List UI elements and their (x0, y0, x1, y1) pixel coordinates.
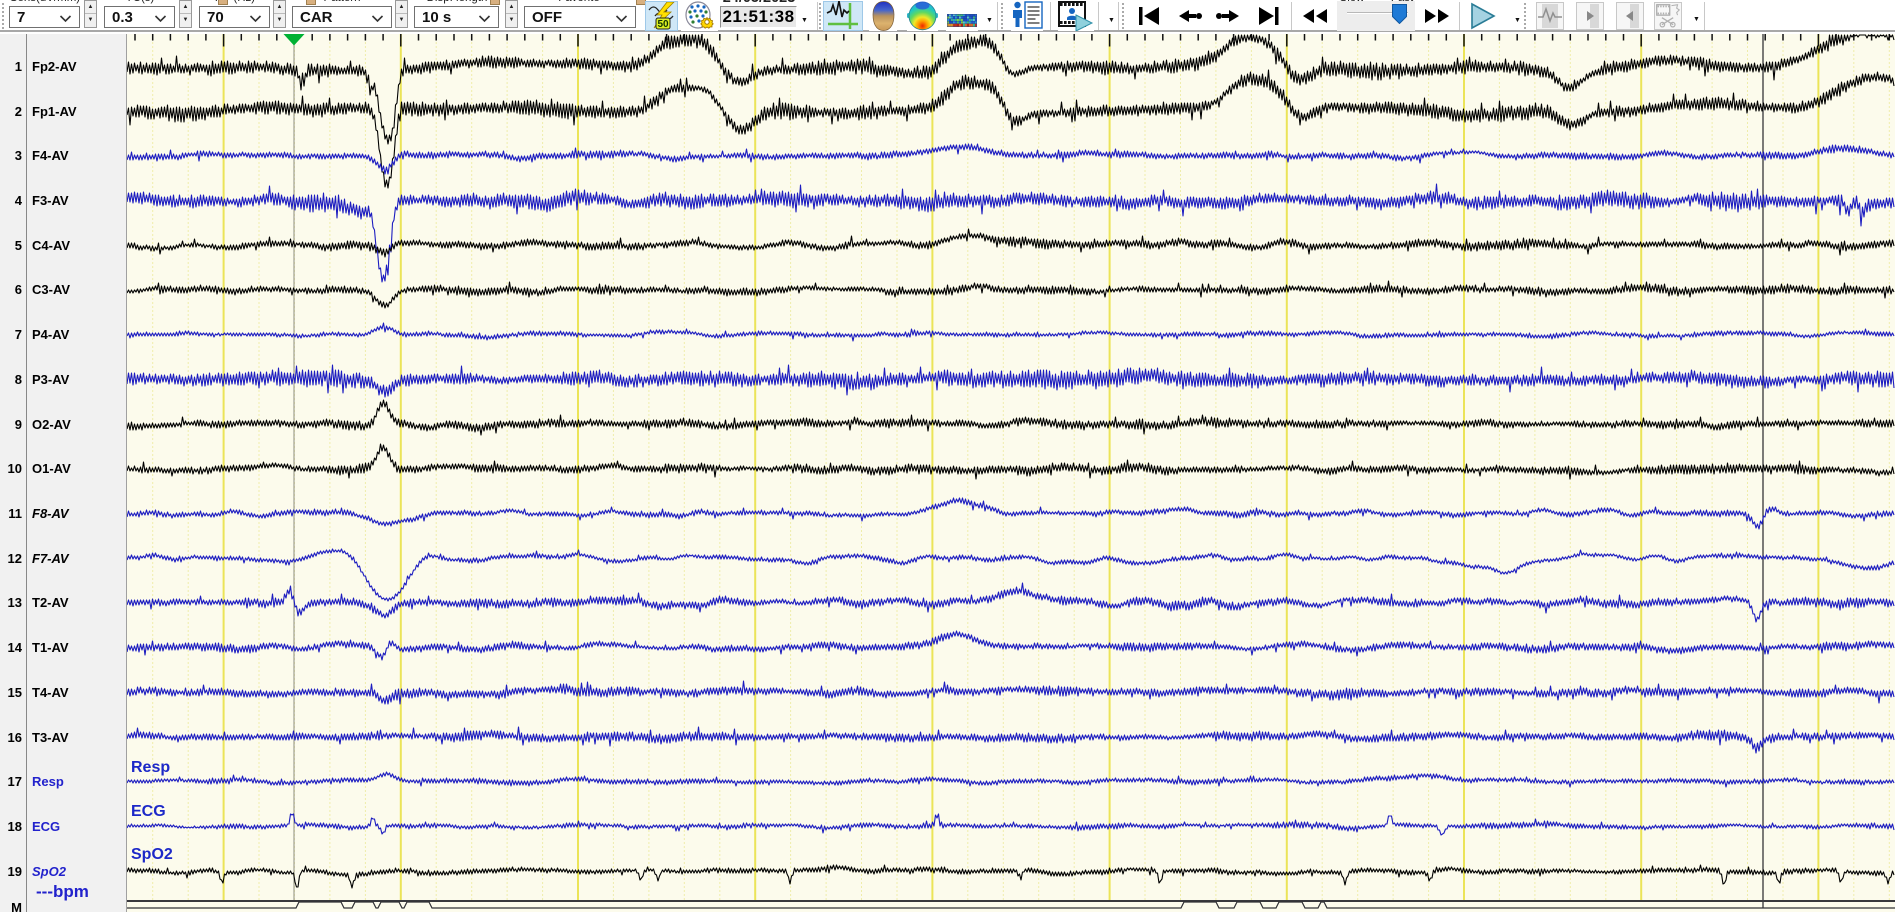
svg-text:Resp: Resp (131, 759, 170, 776)
svg-text:50: 50 (657, 19, 669, 30)
svg-text:SpO2: SpO2 (131, 846, 173, 863)
svg-text:ECG: ECG (131, 803, 166, 820)
